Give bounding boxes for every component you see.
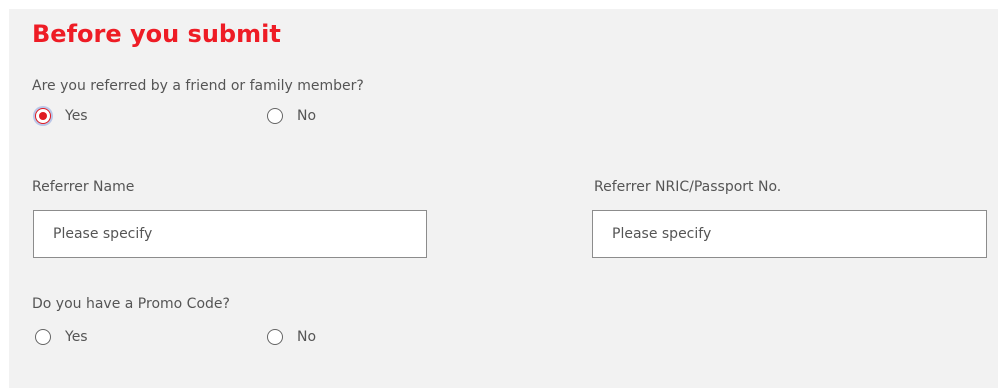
promo-no-label: No [297, 329, 317, 345]
promo-question: Do you have a Promo Code? [32, 296, 230, 312]
referrer-id-label: Referrer NRIC/Passport No. [594, 179, 782, 195]
referral-yes-label: Yes [65, 108, 88, 124]
section-title: Before you submit [32, 20, 281, 48]
referrer-name-input[interactable] [33, 210, 427, 258]
radio-unselected-icon [267, 329, 283, 345]
radio-unselected-icon [267, 108, 283, 124]
referral-no-label: No [297, 108, 317, 124]
referral-yes-radio[interactable]: Yes [35, 105, 88, 127]
radio-unselected-icon [35, 329, 51, 345]
promo-yes-radio[interactable]: Yes [35, 326, 88, 348]
promo-no-radio[interactable]: No [267, 326, 316, 348]
referrer-id-input[interactable] [592, 210, 987, 258]
referral-no-radio[interactable]: No [267, 105, 316, 127]
referrer-name-label: Referrer Name [32, 179, 135, 195]
radio-selected-icon [35, 108, 51, 124]
promo-yes-label: Yes [65, 329, 88, 345]
before-submit-panel: Before you submit Are you referred by a … [9, 9, 998, 388]
referral-question: Are you referred by a friend or family m… [32, 78, 364, 94]
